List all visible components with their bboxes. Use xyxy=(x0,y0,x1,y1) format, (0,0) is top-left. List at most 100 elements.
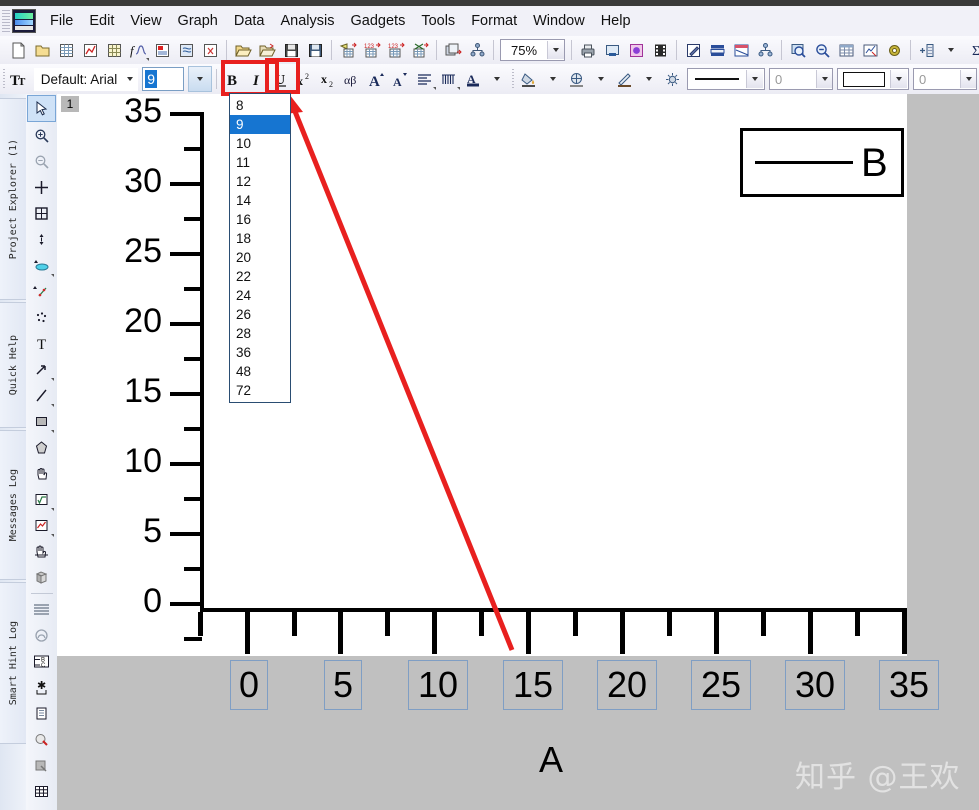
x-axis-title[interactable]: A xyxy=(539,742,563,778)
fill-color-button[interactable] xyxy=(517,67,541,91)
save-icon[interactable] xyxy=(279,38,303,62)
menu-gadgets[interactable]: Gadgets xyxy=(343,9,414,33)
x-axis-line[interactable] xyxy=(200,608,907,612)
font-name-combo[interactable]: Default: Arial xyxy=(33,67,139,91)
decrease-font-button[interactable]: A xyxy=(389,67,413,91)
superscript-button[interactable]: x2 xyxy=(293,67,317,91)
font-dialog-icon[interactable]: TT xyxy=(8,67,32,91)
speed-mode-icon[interactable] xyxy=(28,727,55,752)
font-size-dropdown-list[interactable]: 8 9 10 11 12 14 16 18 20 22 24 26 28 36 … xyxy=(229,93,291,403)
grid-table-icon[interactable] xyxy=(28,779,55,804)
magnifier-minus-icon[interactable] xyxy=(28,149,55,174)
line-spacing-button[interactable] xyxy=(437,67,461,91)
font-size-option-10[interactable]: 10 xyxy=(230,134,290,153)
duplicate-icon[interactable] xyxy=(441,38,465,62)
merge-graph-icon[interactable] xyxy=(729,38,753,62)
hand-scroll-icon[interactable] xyxy=(28,539,55,564)
data-reader-icon[interactable] xyxy=(28,227,55,252)
font-size-option-48[interactable]: 48 xyxy=(230,362,290,381)
rotate-cube-icon[interactable] xyxy=(28,565,55,590)
font-size-option-72[interactable]: 72 xyxy=(230,381,290,400)
menu-file[interactable]: File xyxy=(42,9,81,33)
menu-analysis[interactable]: Analysis xyxy=(273,9,343,33)
font-size-option-20[interactable]: 20 xyxy=(230,248,290,267)
open-folder-icon[interactable] xyxy=(231,38,255,62)
format-toolbar-grip[interactable] xyxy=(3,69,5,89)
arrow-pointer-icon[interactable] xyxy=(27,95,56,122)
menu-grip[interactable] xyxy=(2,10,10,32)
line-width-combo[interactable]: 0 xyxy=(768,68,833,90)
text-color-dropdown-arrow[interactable] xyxy=(485,67,509,91)
new-layout-icon[interactable] xyxy=(150,38,174,62)
increase-font-button[interactable]: A xyxy=(365,67,389,91)
pattern-dropdown-arrow[interactable] xyxy=(589,67,613,91)
swap-bc-icon[interactable]: BC xyxy=(28,649,55,674)
text-color-button[interactable]: A xyxy=(461,67,485,91)
rectangle-icon[interactable] xyxy=(28,409,55,434)
film-strip-icon[interactable] xyxy=(648,38,672,62)
font-size-option-26[interactable]: 26 xyxy=(230,305,290,324)
italic-button[interactable]: I xyxy=(245,67,269,91)
line-color-button[interactable] xyxy=(613,67,637,91)
underline-button[interactable]: U xyxy=(269,67,293,91)
import-multi-ascii-icon[interactable]: 123 xyxy=(384,38,408,62)
origin-app-icon[interactable] xyxy=(12,9,36,33)
greek-button[interactable]: αβ xyxy=(341,67,365,91)
print-preview-icon[interactable] xyxy=(600,38,624,62)
format-toolbar-grip-2[interactable] xyxy=(512,69,514,89)
open-template-icon[interactable] xyxy=(255,38,279,62)
fill-pattern-dropdown-arrow[interactable] xyxy=(889,70,907,88)
y-axis-line[interactable] xyxy=(200,112,204,612)
font-size-option-36[interactable]: 36 xyxy=(230,343,290,362)
x-tick-label[interactable]: 5 xyxy=(324,660,362,710)
edit-pencil-icon[interactable] xyxy=(681,38,705,62)
zoom-level-dropdown-arrow[interactable] xyxy=(547,41,564,59)
new-excel-icon[interactable] xyxy=(198,38,222,62)
font-size-option-28[interactable]: 28 xyxy=(230,324,290,343)
plot-setup-icon[interactable] xyxy=(858,38,882,62)
subscript-button[interactable]: x2 xyxy=(317,67,341,91)
dock-tab-project-explorer[interactable]: Project Explorer (1) xyxy=(0,98,27,300)
region-plot-icon[interactable] xyxy=(28,513,55,538)
sqrt-equation-icon[interactable] xyxy=(28,487,55,512)
data-selector-icon[interactable] xyxy=(28,253,55,278)
copy-page-icon[interactable] xyxy=(624,38,648,62)
polygon-icon[interactable] xyxy=(28,435,55,460)
menu-graph[interactable]: Graph xyxy=(170,9,226,33)
new-graph-icon[interactable] xyxy=(78,38,102,62)
menu-data[interactable]: Data xyxy=(226,9,273,33)
menu-help[interactable]: Help xyxy=(593,9,639,33)
arrow-line-icon[interactable] xyxy=(28,357,55,382)
mask-points-icon[interactable] xyxy=(28,305,55,330)
region-select-icon[interactable] xyxy=(28,201,55,226)
font-size-input[interactable]: 9 xyxy=(142,67,185,91)
magnifier-plus-icon[interactable] xyxy=(28,123,55,148)
brightness-button[interactable] xyxy=(661,67,685,91)
rescale-icon[interactable] xyxy=(28,623,55,648)
fill-pattern-combo[interactable] xyxy=(836,68,909,90)
new-page-icon[interactable] xyxy=(6,38,30,62)
graph-page[interactable]: 1 35 30 25 20 15 10 5 0 B xyxy=(57,94,907,656)
x-tick-label[interactable]: 10 xyxy=(408,660,468,710)
font-size-combo[interactable]: 9 xyxy=(142,66,213,92)
fill-size-dropdown-arrow[interactable] xyxy=(960,70,976,88)
new-notes-icon[interactable] xyxy=(174,38,198,62)
bold-button[interactable]: B xyxy=(221,67,245,91)
crosshair-icon[interactable] xyxy=(28,175,55,200)
line-style-combo[interactable] xyxy=(686,68,765,90)
pattern-button[interactable] xyxy=(565,67,589,91)
graph-legend[interactable]: B xyxy=(740,128,904,197)
refresh-gear-icon[interactable] xyxy=(882,38,906,62)
style-lines-icon[interactable] xyxy=(28,597,55,622)
new-matrix-icon[interactable] xyxy=(102,38,126,62)
font-name-dropdown-arrow[interactable] xyxy=(123,77,137,81)
font-size-option-9[interactable]: 9 xyxy=(230,115,290,134)
line-color-dropdown-arrow[interactable] xyxy=(637,67,661,91)
toolbar-overflow-icon[interactable] xyxy=(939,38,963,62)
add-layer-icon[interactable] xyxy=(915,38,939,62)
fill-size-combo[interactable]: 0 xyxy=(912,68,977,90)
font-size-dropdown-arrow[interactable] xyxy=(188,66,213,92)
magnifier-icon[interactable] xyxy=(786,38,810,62)
x-tick-label[interactable]: 15 xyxy=(503,660,563,710)
copy-format-icon[interactable] xyxy=(28,753,55,778)
